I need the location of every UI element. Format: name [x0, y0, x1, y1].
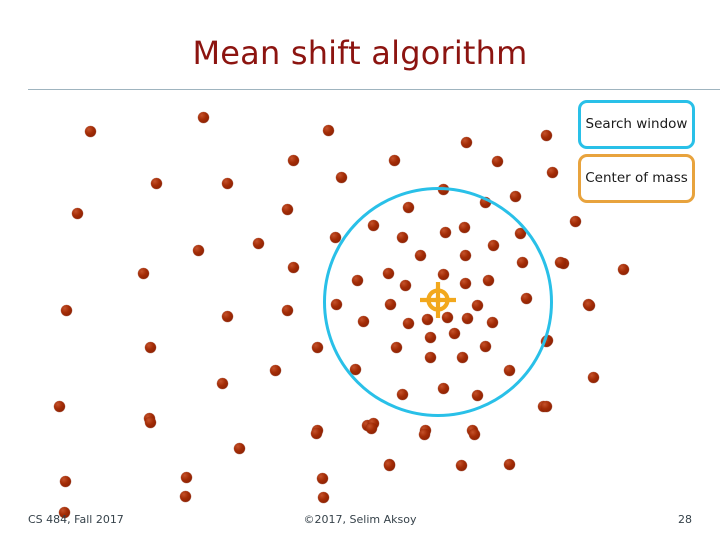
data-point: [617, 263, 629, 275]
data-point: [281, 203, 293, 215]
data-point: [84, 125, 96, 137]
data-point: [60, 304, 72, 316]
data-point: [455, 459, 467, 471]
data-point: [540, 129, 552, 141]
data-point: [59, 475, 71, 487]
data-point: [180, 471, 192, 483]
data-point: [388, 154, 400, 166]
data-point: [281, 304, 293, 316]
data-point: [233, 442, 245, 454]
data-point: [221, 177, 233, 189]
data-point: [71, 207, 83, 219]
data-point: [221, 310, 233, 322]
data-point: [53, 400, 65, 412]
data-point: [491, 155, 503, 167]
legend-center-of-mass: Center of mass: [578, 154, 695, 203]
data-point: [216, 377, 228, 389]
data-point: [509, 190, 521, 202]
data-point: [144, 416, 156, 428]
data-point: [503, 458, 515, 470]
data-point: [540, 400, 552, 412]
data-point: [179, 490, 191, 502]
data-point: [197, 111, 209, 123]
data-point: [137, 267, 149, 279]
data-point: [468, 428, 480, 440]
data-point: [287, 261, 299, 273]
data-point: [335, 171, 347, 183]
data-point: [316, 472, 328, 484]
data-point: [192, 244, 204, 256]
data-point: [546, 166, 558, 178]
data-point: [322, 124, 334, 136]
data-point: [310, 427, 322, 439]
title-divider: [28, 89, 720, 90]
data-point: [144, 341, 156, 353]
footer: CS 484, Fall 2017 ©2017, Selim Aksoy 28: [0, 505, 720, 535]
legend-center-of-mass-label: Center of mass: [585, 170, 688, 187]
footer-copyright: ©2017, Selim Aksoy: [303, 513, 417, 526]
data-point: [583, 299, 595, 311]
data-point: [311, 341, 323, 353]
footer-page-number: 28: [678, 513, 692, 526]
data-point: [418, 428, 430, 440]
data-point: [317, 491, 329, 503]
data-point: [383, 459, 395, 471]
legend-search-window: Search window: [578, 100, 695, 149]
data-point: [287, 154, 299, 166]
center-of-mass-icon: [418, 280, 458, 320]
data-point: [252, 237, 264, 249]
legend-search-window-label: Search window: [585, 116, 688, 133]
data-point: [269, 364, 281, 376]
data-point: [554, 256, 566, 268]
data-point: [460, 136, 472, 148]
data-point: [150, 177, 162, 189]
page-title: Mean shift algorithm: [192, 34, 528, 72]
data-point: [329, 231, 341, 243]
data-point: [365, 422, 377, 434]
data-point: [587, 371, 599, 383]
data-point: [569, 215, 581, 227]
slide: Mean shift algorithm Search window Cente…: [0, 0, 720, 540]
